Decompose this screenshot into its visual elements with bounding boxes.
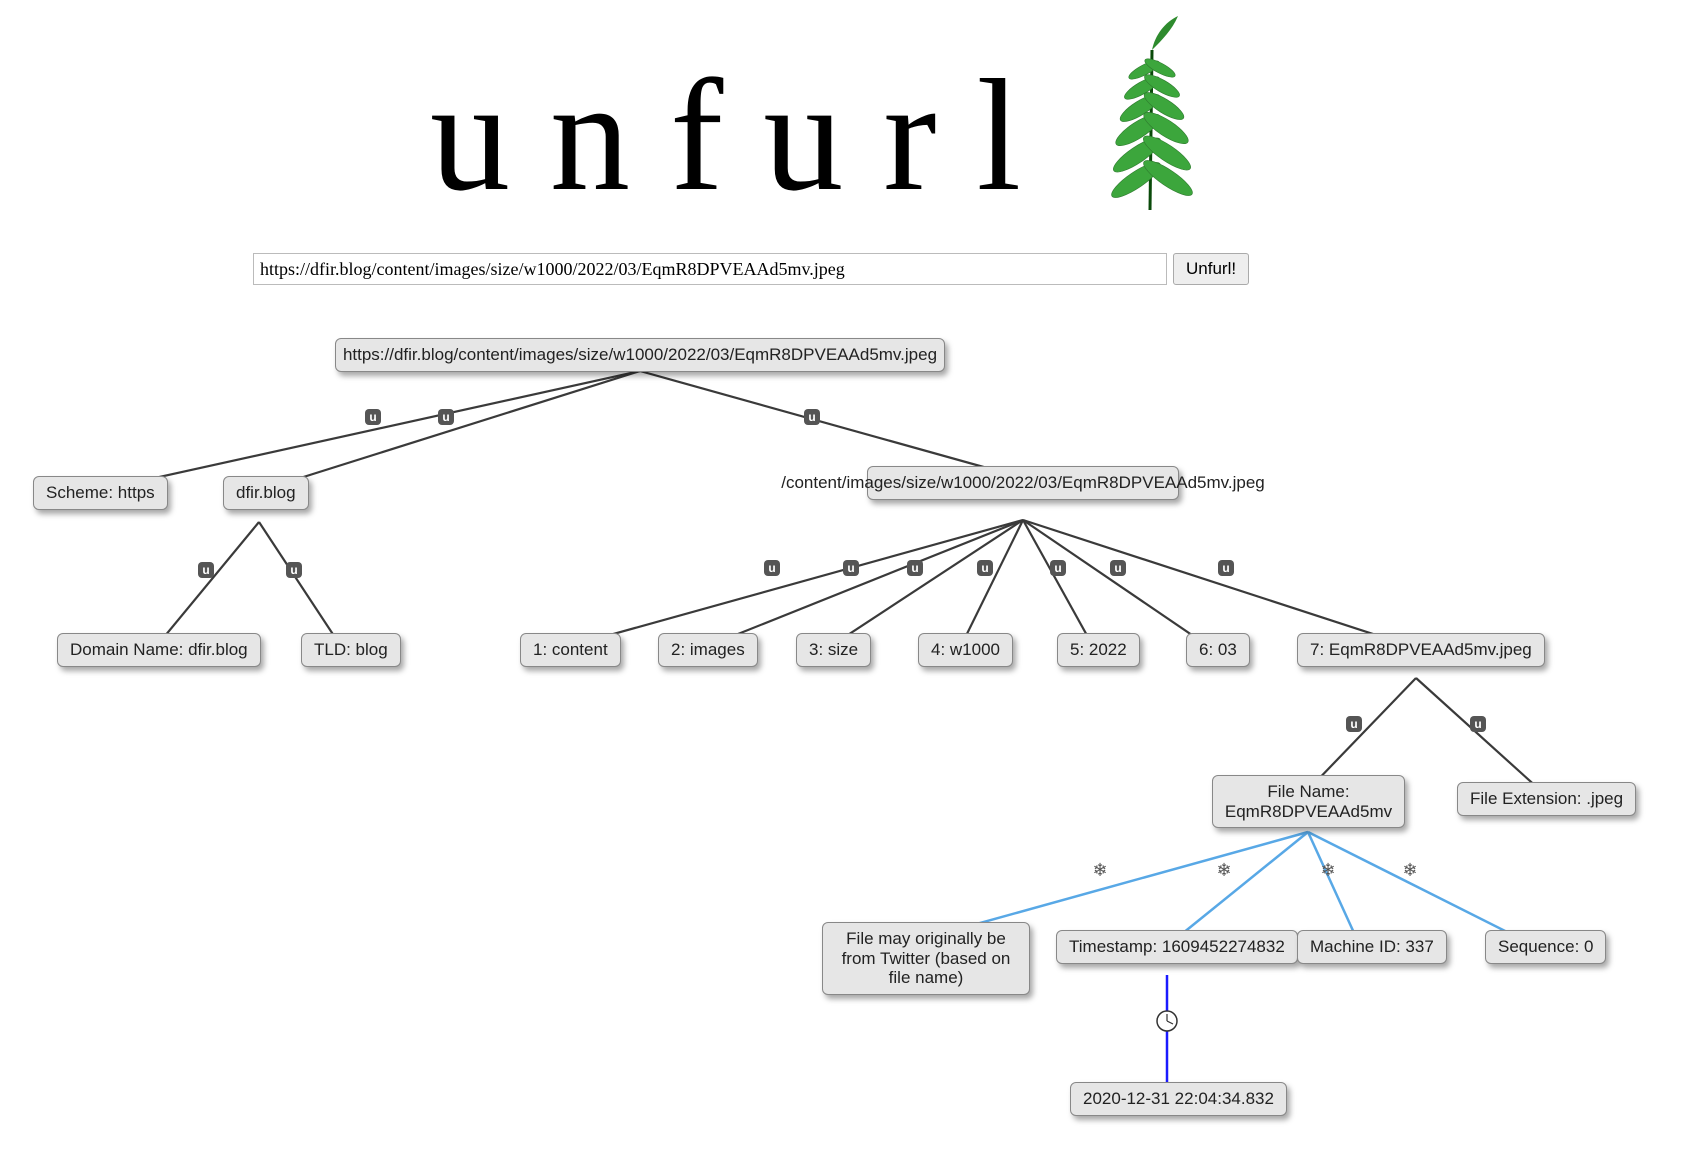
node-seg-3[interactable]: 3: size — [796, 633, 871, 667]
url-input[interactable] — [253, 253, 1167, 285]
node-timestamp-decoded[interactable]: 2020-12-31 22:04:34.832 — [1070, 1082, 1287, 1116]
svg-text:u: u — [369, 410, 376, 424]
node-file-name[interactable]: File Name: EqmR8DPVEAAd5mv — [1212, 775, 1405, 828]
svg-text:❄: ❄ — [1092, 860, 1107, 880]
app-logo: unfurl — [430, 10, 1130, 210]
node-seg-2[interactable]: 2: images — [658, 633, 758, 667]
node-scheme[interactable]: Scheme: https — [33, 476, 168, 510]
node-root-url[interactable]: https://dfir.blog/content/images/size/w1… — [335, 338, 945, 372]
node-host[interactable]: dfir.blog — [223, 476, 309, 510]
svg-text:❄: ❄ — [1402, 860, 1417, 880]
svg-text:u: u — [911, 561, 918, 575]
svg-text:u: u — [202, 563, 209, 577]
node-seg-7[interactable]: 7: EqmR8DPVEAAd5mv.jpeg — [1297, 633, 1545, 667]
svg-text:❄: ❄ — [1320, 860, 1335, 880]
fern-icon — [1100, 10, 1200, 210]
node-sequence[interactable]: Sequence: 0 — [1485, 930, 1606, 964]
node-seg-4[interactable]: 4: w1000 — [918, 633, 1013, 667]
svg-text:u: u — [1054, 561, 1061, 575]
node-domain-name[interactable]: Domain Name: dfir.blog — [57, 633, 261, 667]
node-file-ext[interactable]: File Extension: .jpeg — [1457, 782, 1636, 816]
svg-text:u: u — [1114, 561, 1121, 575]
app-name-text: unfurl — [430, 55, 1061, 215]
node-seg-1[interactable]: 1: content — [520, 633, 621, 667]
node-path[interactable]: /content/images/size/w1000/2022/03/EqmR8… — [867, 466, 1179, 500]
url-form: Unfurl! — [253, 253, 1249, 285]
unfurl-button[interactable]: Unfurl! — [1173, 253, 1249, 285]
node-tld[interactable]: TLD: blog — [301, 633, 401, 667]
node-machine-id[interactable]: Machine ID: 337 — [1297, 930, 1447, 964]
svg-text:u: u — [1474, 717, 1481, 731]
node-seg-6[interactable]: 6: 03 — [1186, 633, 1250, 667]
svg-text:u: u — [1350, 717, 1357, 731]
svg-text:u: u — [1222, 561, 1229, 575]
svg-text:u: u — [768, 561, 775, 575]
svg-text:u: u — [808, 410, 815, 424]
svg-text:u: u — [847, 561, 854, 575]
node-seg-5[interactable]: 5: 2022 — [1057, 633, 1140, 667]
node-twitter-hint[interactable]: File may originally be from Twitter (bas… — [822, 922, 1030, 995]
svg-text:u: u — [442, 410, 449, 424]
svg-text:❄: ❄ — [1216, 860, 1231, 880]
node-timestamp[interactable]: Timestamp: 1609452274832 — [1056, 930, 1298, 964]
svg-text:u: u — [981, 561, 988, 575]
svg-text:u: u — [290, 563, 297, 577]
